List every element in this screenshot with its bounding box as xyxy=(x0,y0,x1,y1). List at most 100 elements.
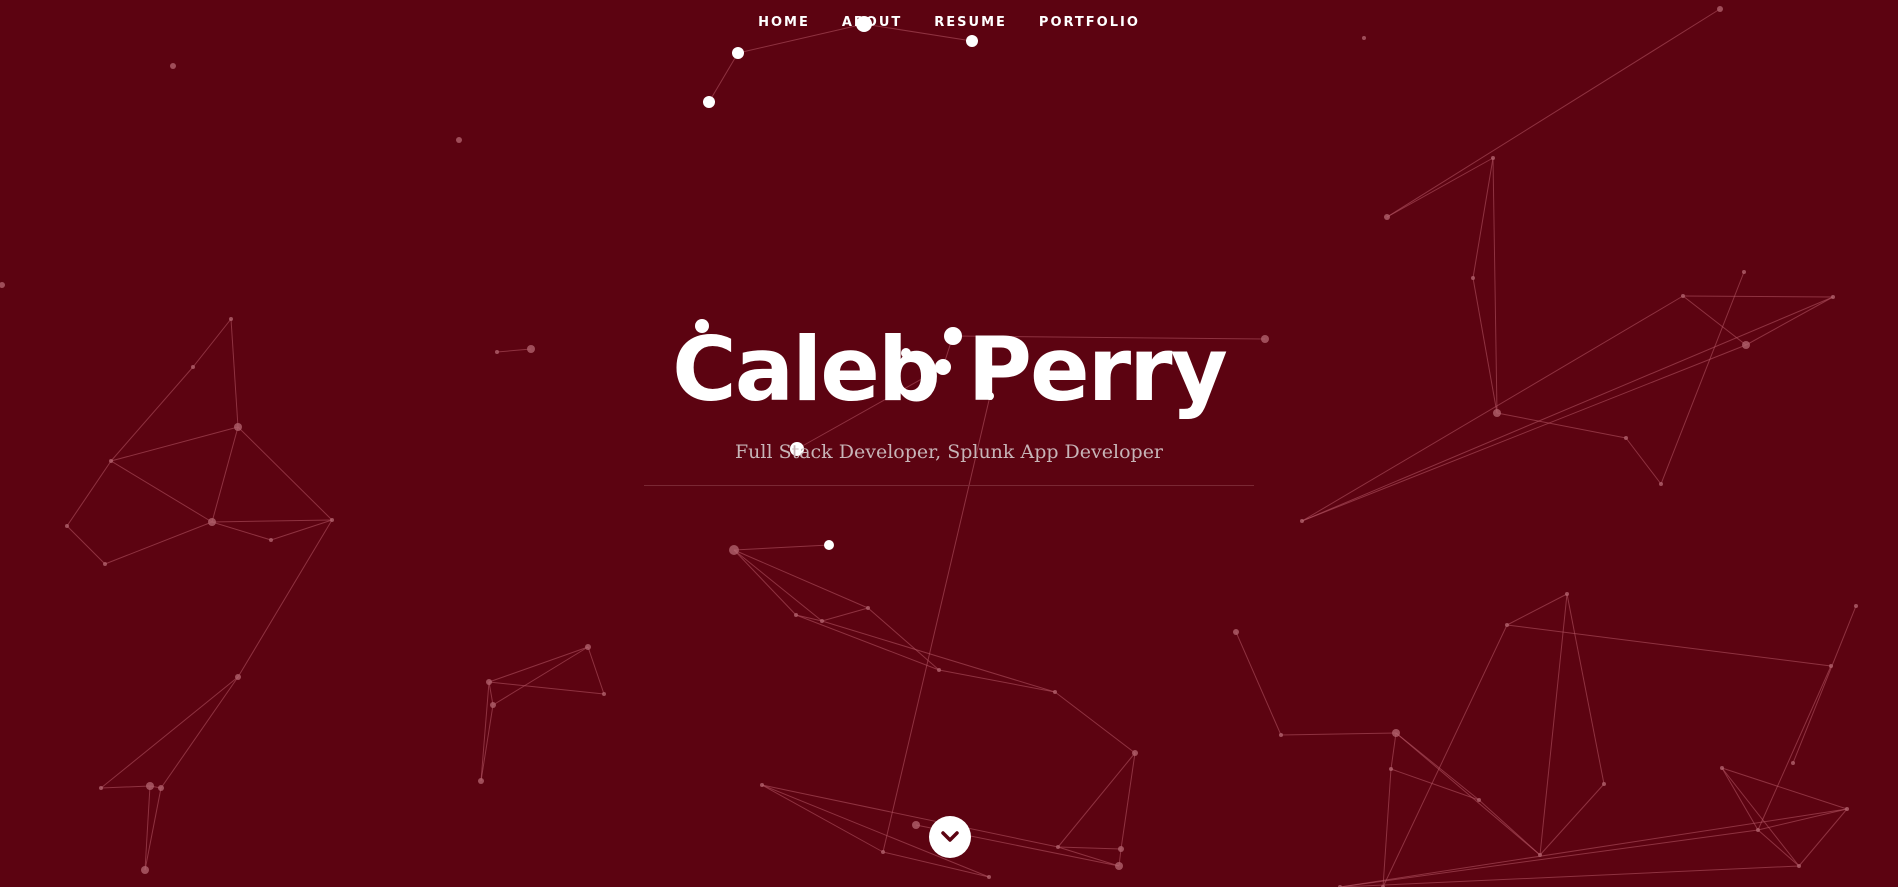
nav-item-home[interactable]: HOME xyxy=(758,15,810,30)
particle-dot xyxy=(1384,214,1390,220)
particle-dot xyxy=(1681,294,1685,298)
particle-link xyxy=(761,784,884,853)
particle-link xyxy=(488,681,494,706)
particle-dot xyxy=(1118,846,1124,852)
particle-link xyxy=(1390,732,1397,770)
particle-dot xyxy=(1392,729,1400,737)
particle-dot xyxy=(158,785,164,791)
particle-dot xyxy=(1602,782,1606,786)
particle-link xyxy=(733,544,830,551)
hero-divider xyxy=(644,485,1254,486)
particle-dot xyxy=(1791,761,1795,765)
particle-link xyxy=(1386,157,1494,218)
particle-dot xyxy=(146,782,154,790)
particle-link xyxy=(270,519,333,541)
particle-dot xyxy=(729,545,739,555)
particle-dot xyxy=(760,783,764,787)
particle-link xyxy=(1539,593,1568,856)
particle-link xyxy=(1721,767,1800,867)
particle-dot xyxy=(1300,519,1304,523)
particle-link xyxy=(1539,783,1605,856)
particle-link xyxy=(488,681,605,695)
particle-link xyxy=(211,521,272,541)
particle-dot xyxy=(99,786,103,790)
particle-dot xyxy=(1831,295,1835,299)
particle-dot xyxy=(912,821,920,829)
particle-link xyxy=(821,620,1056,693)
particle-dot xyxy=(330,518,334,522)
particle-link xyxy=(1478,799,1541,856)
particle-dot xyxy=(1720,766,1724,770)
particle-dot xyxy=(1845,807,1849,811)
particle-dot xyxy=(585,644,591,650)
particle-dot xyxy=(1115,862,1123,870)
particle-link xyxy=(66,525,106,565)
particle-link xyxy=(160,676,239,789)
nav-item-about[interactable]: ABOUT xyxy=(842,15,902,30)
particle-link xyxy=(938,669,1056,693)
particle-link xyxy=(708,52,739,103)
particle-dot xyxy=(269,538,273,542)
particle-dot xyxy=(1477,798,1481,802)
particle-dot xyxy=(820,619,824,623)
particle-dot xyxy=(1056,845,1060,849)
particle-dot xyxy=(141,866,149,874)
particle-dot xyxy=(235,674,241,680)
particle-dot xyxy=(824,540,834,550)
particle-link xyxy=(733,549,823,622)
particle-dot xyxy=(1279,733,1283,737)
hero-content: Caleb Perry Full Stack Developer, Splunk… xyxy=(0,320,1898,486)
particle-link xyxy=(100,785,151,789)
particle-link xyxy=(1757,829,1800,867)
particle-link xyxy=(480,681,490,782)
particle-dot xyxy=(1389,767,1393,771)
particle-dot xyxy=(1854,604,1858,608)
particle-dot xyxy=(966,35,978,47)
particle-link xyxy=(587,646,605,695)
particle-link xyxy=(1682,295,1834,298)
particle-link xyxy=(1798,808,1848,867)
particle-link xyxy=(480,704,494,782)
particle-dot xyxy=(208,518,216,526)
particle-dot xyxy=(1797,864,1801,868)
chevron-down-icon xyxy=(941,831,959,842)
particle-link xyxy=(795,614,940,671)
particle-dot xyxy=(103,562,107,566)
particle-link xyxy=(761,784,1059,848)
particle-dot xyxy=(732,47,744,59)
particle-link xyxy=(211,519,333,523)
particle-link xyxy=(1506,593,1568,626)
hero-subtitle: Full Stack Developer, Splunk App Develop… xyxy=(734,441,1164,463)
particle-dot xyxy=(881,850,885,854)
particle-link xyxy=(1506,624,1832,667)
particle-link xyxy=(1382,624,1508,887)
nav-item-resume[interactable]: RESUME xyxy=(934,15,1007,30)
particle-dot xyxy=(486,679,492,685)
particle-dot xyxy=(1756,828,1760,832)
particle-dot xyxy=(1053,690,1057,694)
particle-dot xyxy=(602,692,606,696)
particle-dot xyxy=(987,875,991,879)
particle-dot xyxy=(1233,629,1239,635)
particle-dot xyxy=(1132,750,1138,756)
particle-link xyxy=(1382,768,1392,887)
particle-link xyxy=(733,549,797,616)
particle-link xyxy=(1757,808,1848,831)
particle-link xyxy=(100,676,239,789)
particle-link xyxy=(1792,605,1857,764)
particle-link xyxy=(1566,593,1605,785)
scroll-down-button[interactable] xyxy=(929,816,971,858)
particle-link xyxy=(1390,768,1480,801)
particle-dot xyxy=(1742,270,1746,274)
particle-dot xyxy=(1505,623,1509,627)
particle-link xyxy=(1721,767,1759,831)
particle-dot xyxy=(1829,664,1833,668)
nav-item-portfolio[interactable]: PORTFOLIO xyxy=(1039,15,1140,30)
particle-link xyxy=(1472,157,1494,279)
particle-dot xyxy=(866,606,870,610)
particle-dot xyxy=(456,137,462,143)
hero-title: Caleb Perry xyxy=(672,318,1228,421)
particle-dot xyxy=(1538,853,1542,857)
particle-dot xyxy=(937,668,941,672)
particle-dot xyxy=(1362,36,1366,40)
